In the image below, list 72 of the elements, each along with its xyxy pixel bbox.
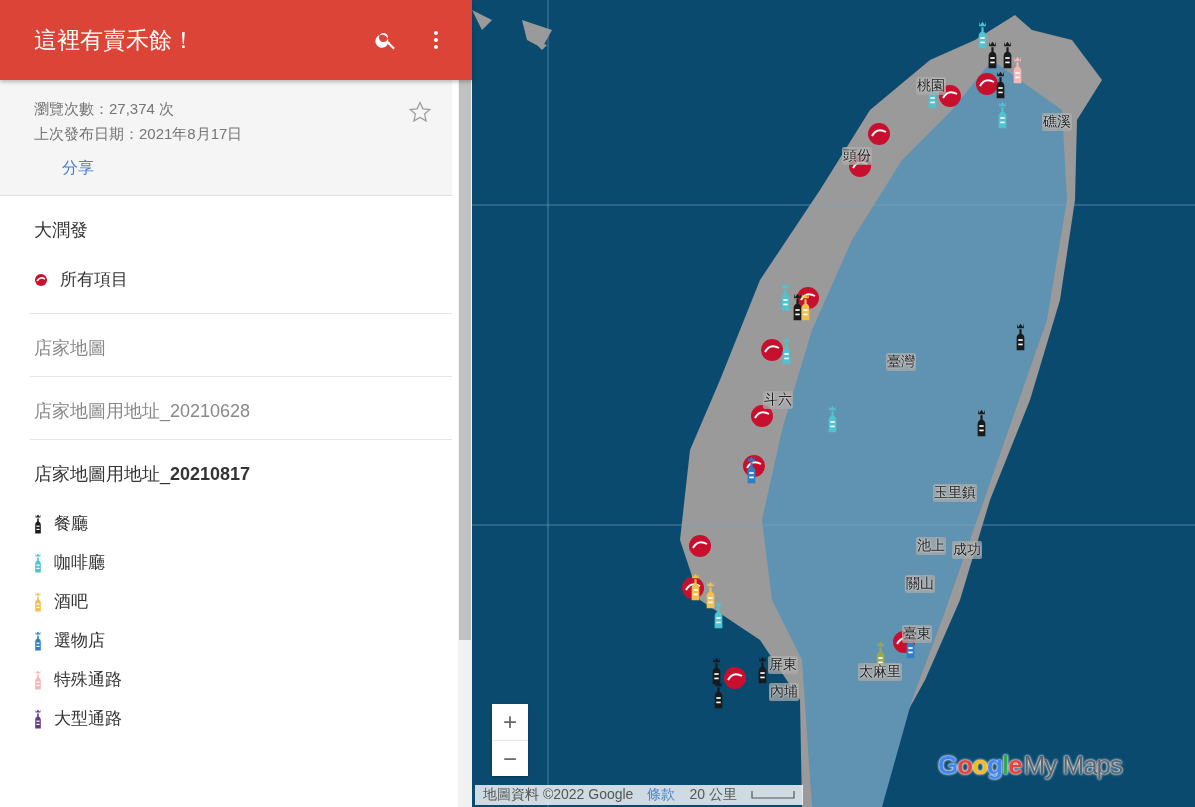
map-area[interactable]: 桃園 礁溪 頭份 臺灣 斗六 玉里鎮 池上 成功 關山 臺東 屏東 內埔 太麻里 + − 地圖資料 ©2022 Google 條款 20 公里 GoogleMy Maps bbox=[472, 0, 1195, 807]
legend-label: 選物店 bbox=[54, 630, 105, 652]
circle-marker[interactable] bbox=[750, 404, 774, 428]
map-title: 這裡有賣禾餘！ bbox=[34, 25, 196, 55]
bottle-marker[interactable] bbox=[827, 404, 838, 434]
legend-item[interactable]: 酒吧 bbox=[34, 590, 452, 613]
map-data-credit: 地圖資料 ©2022 Google bbox=[483, 786, 634, 804]
bottle-marker[interactable] bbox=[800, 292, 811, 322]
bottle-marker[interactable] bbox=[746, 455, 757, 485]
bottle-marker[interactable] bbox=[977, 20, 988, 50]
place-label: 臺東 bbox=[902, 625, 932, 643]
circle-marker[interactable] bbox=[723, 666, 747, 690]
zoom-in-button[interactable]: + bbox=[492, 704, 528, 740]
bottle-marker[interactable] bbox=[711, 656, 722, 686]
place-label: 屏東 bbox=[768, 656, 798, 674]
star-button[interactable] bbox=[408, 100, 432, 124]
legend-item[interactable]: 所有項目 bbox=[34, 268, 452, 291]
legend-label: 大型通路 bbox=[54, 708, 122, 730]
more-vertical-icon bbox=[434, 31, 438, 49]
circle-marker[interactable] bbox=[975, 72, 999, 96]
layer-title[interactable]: 店家地圖用地址_20210628 bbox=[34, 399, 452, 423]
scrollbar-thumb[interactable] bbox=[459, 80, 471, 640]
place-label: 內埔 bbox=[769, 683, 799, 701]
circle-marker[interactable] bbox=[688, 534, 712, 558]
legend-item[interactable]: 大型通路 bbox=[34, 707, 452, 730]
bottle-marker[interactable] bbox=[780, 282, 791, 312]
bottle-marker[interactable] bbox=[705, 580, 716, 610]
place-label: 太麻里 bbox=[858, 663, 902, 681]
star-icon bbox=[408, 100, 432, 124]
publish-date: 上次發布日期：2021年8月17日 bbox=[34, 125, 244, 144]
bottle-marker[interactable] bbox=[997, 100, 1008, 130]
place-label: 關山 bbox=[905, 575, 935, 593]
legend-item[interactable]: 咖啡廳 bbox=[34, 551, 452, 574]
bottle-marker[interactable] bbox=[713, 600, 724, 630]
bottle-marker[interactable] bbox=[1012, 55, 1023, 85]
bottle-marker[interactable] bbox=[690, 572, 701, 602]
place-label: 斗六 bbox=[763, 391, 793, 409]
google-my-maps-logo: GoogleMy Maps bbox=[938, 750, 1123, 781]
legend-label: 酒吧 bbox=[54, 591, 88, 613]
legend-item[interactable]: 特殊通路 bbox=[34, 668, 452, 691]
zoom-out-button[interactable]: − bbox=[492, 740, 528, 776]
bottle-marker[interactable] bbox=[792, 292, 803, 322]
bottle-marker[interactable] bbox=[781, 336, 792, 366]
place-label: 桃園 bbox=[916, 77, 946, 95]
legend-label: 特殊通路 bbox=[54, 669, 122, 691]
bottle-marker[interactable] bbox=[1002, 40, 1013, 70]
circle-marker[interactable] bbox=[867, 122, 891, 146]
place-label: 頭份 bbox=[842, 147, 872, 165]
legend-label: 所有項目 bbox=[60, 269, 128, 291]
layer-title[interactable]: 大潤發 bbox=[34, 218, 452, 242]
bottle-marker[interactable] bbox=[1015, 322, 1026, 352]
legend-item[interactable]: 選物店 bbox=[34, 629, 452, 652]
scale-bar-icon bbox=[750, 791, 795, 799]
view-count: 瀏覽次數：27,374 次 bbox=[34, 100, 176, 119]
bottle-marker[interactable] bbox=[976, 408, 987, 438]
legend-label: 咖啡廳 bbox=[54, 552, 105, 574]
bottle-marker[interactable] bbox=[995, 70, 1006, 100]
circle-marker[interactable] bbox=[760, 338, 784, 362]
place-label: 成功 bbox=[952, 541, 982, 559]
bottle-marker[interactable] bbox=[987, 40, 998, 70]
bottle-marker[interactable] bbox=[713, 680, 724, 710]
legend-label: 餐廳 bbox=[54, 513, 88, 535]
place-label: 臺灣 bbox=[886, 353, 916, 371]
place-label: 玉里鎮 bbox=[933, 484, 977, 502]
place-label: 礁溪 bbox=[1042, 113, 1072, 131]
bottle-marker[interactable] bbox=[757, 655, 768, 685]
layer-title[interactable]: 店家地圖用地址_20210817 bbox=[34, 462, 452, 486]
share-link[interactable]: 分享 bbox=[62, 158, 408, 179]
scale-label: 20 公里 bbox=[689, 786, 737, 804]
place-label: 池上 bbox=[916, 537, 946, 555]
legend-item[interactable]: 餐廳 bbox=[34, 512, 452, 535]
layer-title[interactable]: 店家地圖 bbox=[34, 336, 452, 360]
